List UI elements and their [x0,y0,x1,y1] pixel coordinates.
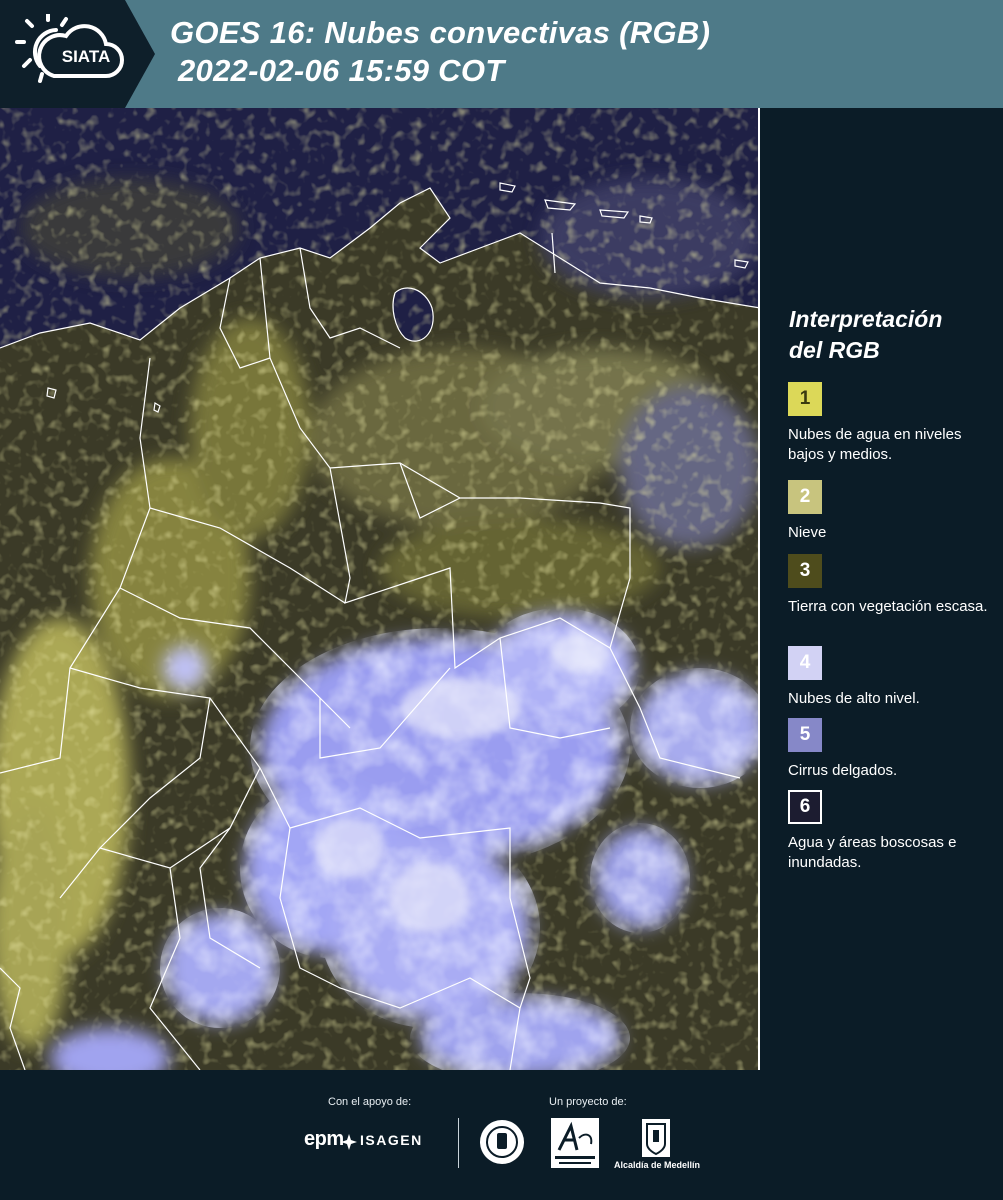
legend-swatch: 2 [788,480,822,514]
legend-label: Tierra con vegetación escasa. [788,598,988,615]
legend-swatch: 6 [788,790,822,824]
support-label: Con el apoyo de: [328,1096,412,1108]
siata-logo[interactable]: SIATA [0,0,155,108]
legend-item: 2 Nieve [788,480,988,543]
isagen-icon [341,1134,357,1150]
project-label: Un proyecto de: [549,1096,627,1108]
satellite-image [0,108,758,1070]
header-bar: SIATA GOES 16: Nubes convectivas (RGB) 2… [0,0,1003,108]
satellite-map[interactable] [0,108,760,1070]
legend-swatch: 4 [788,646,822,680]
alcaldia-shield-icon[interactable] [641,1118,671,1158]
footer: Con el apoyo de: Un proyecto de: epm ISA… [0,1070,1003,1200]
title-line-1: GOES 16: Nubes convectivas (RGB) [170,15,711,50]
legend-title: Interpretación del RGB [789,306,943,363]
area-metropolitana-icon[interactable] [551,1118,599,1168]
isagen-logo[interactable]: ISAGEN [360,1132,423,1148]
footer-divider [458,1118,459,1168]
legend-swatch: 1 [788,382,822,416]
legend-swatch: 3 [788,554,822,588]
legend-item: 5 Cirrus delgados. [788,718,988,781]
legend-label: Nieve [788,524,827,541]
legend-item: 1 Nubes de agua en niveles bajos y medios… [788,382,988,465]
alcaldia-label: Alcaldía de Medellín [614,1160,701,1170]
title-line-2: 2022-02-06 15:59 COT [178,53,505,88]
legend-item: 3 Tierra con vegetación escasa. [788,554,988,617]
legend-label: Agua y áreas boscosas e inundadas. [788,834,957,871]
medellin-seal-icon[interactable] [478,1118,526,1166]
page-title: GOES 16: Nubes convectivas (RGB) 2022-02… [170,14,710,90]
legend-label: Nubes de agua en niveles bajos y medios. [788,426,962,463]
legend-panel: Interpretación del RGB 1 Nubes de agua en… [770,108,1003,1070]
legend-label: Cirrus delgados. [788,762,898,779]
legend-label: Nubes de alto nivel. [788,690,920,707]
legend-item: 6 Agua y áreas boscosas e inundadas. [788,790,988,873]
epm-logo[interactable]: epm [304,1128,344,1151]
legend-item: 4 Nubes de alto nivel. [788,646,988,709]
logo-text: SIATA [62,47,110,66]
sun-cloud-icon: SIATA [15,14,124,83]
legend-swatch: 5 [788,718,822,752]
